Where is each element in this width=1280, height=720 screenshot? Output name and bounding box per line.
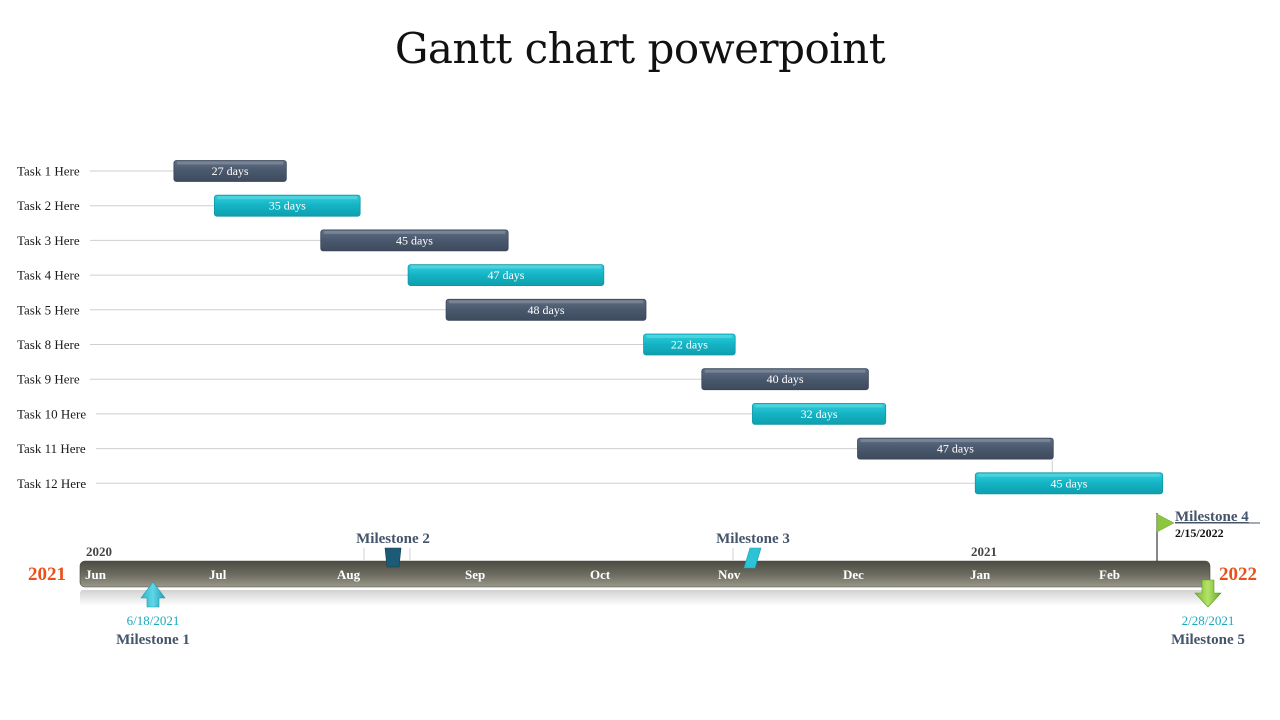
task-label: Task 5 Here xyxy=(17,302,80,317)
task-row: Task 11 Here 47 days xyxy=(17,437,1054,460)
timeline-bar xyxy=(79,560,1211,588)
task-row: Task 3 Here 45 days xyxy=(17,229,509,252)
task-duration-label: 22 days xyxy=(671,338,708,352)
task-duration-label: 47 days xyxy=(487,268,524,282)
task-label: Task 12 Here xyxy=(17,476,86,491)
task-label: Task 8 Here xyxy=(17,337,80,352)
month-tick-label: Aug xyxy=(337,567,361,582)
gantt-chart: Task 1 Here 27 daysTask 2 Here 35 daysTask… xyxy=(17,160,1260,648)
task-duration-label: 47 days xyxy=(937,442,974,456)
task-label: Task 2 Here xyxy=(17,198,80,213)
task-label: Task 4 Here xyxy=(17,268,80,283)
milestone-name: Milestone 3 xyxy=(716,531,790,547)
milestone-name: Milestone 2 xyxy=(356,531,430,547)
month-tick-label: Jul xyxy=(209,567,227,582)
task-label: Task 1 Here xyxy=(17,164,80,179)
year-label: 2020 xyxy=(86,544,112,559)
task-row: Task 5 Here 48 days xyxy=(17,298,647,321)
month-tick-label: Jun xyxy=(85,567,107,582)
year-label: 2021 xyxy=(971,544,997,559)
month-tick-label: Nov xyxy=(718,567,741,582)
month-tick-label: Jan xyxy=(970,567,991,582)
month-tick-label: Dec xyxy=(843,567,864,582)
task-duration-label: 40 days xyxy=(767,372,804,386)
task-duration-label: 45 days xyxy=(1050,476,1087,490)
task-layer: Task 1 Here 27 daysTask 2 Here 35 daysTask… xyxy=(17,160,1164,495)
task-row: Task 1 Here 27 days xyxy=(17,160,287,182)
task-row: Task 2 Here 35 days xyxy=(17,194,361,217)
task-row: Task 9 Here 40 days xyxy=(17,368,869,391)
milestone-date: 2/15/2022 xyxy=(1175,526,1224,540)
milestone-date: 2/28/2021 xyxy=(1182,613,1235,628)
milestone-name: Milestone 5 xyxy=(1171,632,1245,648)
milestone-4: Milestone 42/15/2022 xyxy=(1156,509,1260,561)
task-row: Task 12 Here 45 days xyxy=(17,472,1164,495)
milestone-name: Milestone 1 xyxy=(116,632,190,648)
timeline-reflection xyxy=(80,590,1210,606)
month-tick-label: Sep xyxy=(465,567,485,582)
task-label: Task 3 Here xyxy=(17,233,80,248)
task-row: Task 8 Here 22 days xyxy=(17,333,736,356)
month-tick-label: Oct xyxy=(590,567,611,582)
trapezoid-marker-icon xyxy=(384,547,402,568)
task-duration-label: 35 days xyxy=(269,199,306,213)
timeline-layer: Jun Jul Aug Sep Oct Nov Dec Jan Feb 2020 2021 2021 2… xyxy=(28,544,1257,606)
task-label: Task 11 Here xyxy=(17,441,86,456)
flag-icon xyxy=(1156,513,1175,533)
task-label: Task 10 Here xyxy=(17,406,86,421)
task-duration-label: 48 days xyxy=(528,303,565,317)
task-duration-label: 32 days xyxy=(801,407,838,421)
task-duration-label: 45 days xyxy=(396,233,433,247)
task-label: Task 9 Here xyxy=(17,372,80,387)
task-row: Task 10 Here 32 days xyxy=(17,402,887,425)
milestone-date: 6/18/2021 xyxy=(127,613,180,628)
start-year-label: 2021 xyxy=(28,564,66,585)
task-duration-label: 27 days xyxy=(212,164,249,178)
month-tick-label: Feb xyxy=(1099,567,1120,582)
task-row: Task 4 Here 47 days xyxy=(17,264,605,287)
end-year-label: 2022 xyxy=(1219,564,1257,585)
